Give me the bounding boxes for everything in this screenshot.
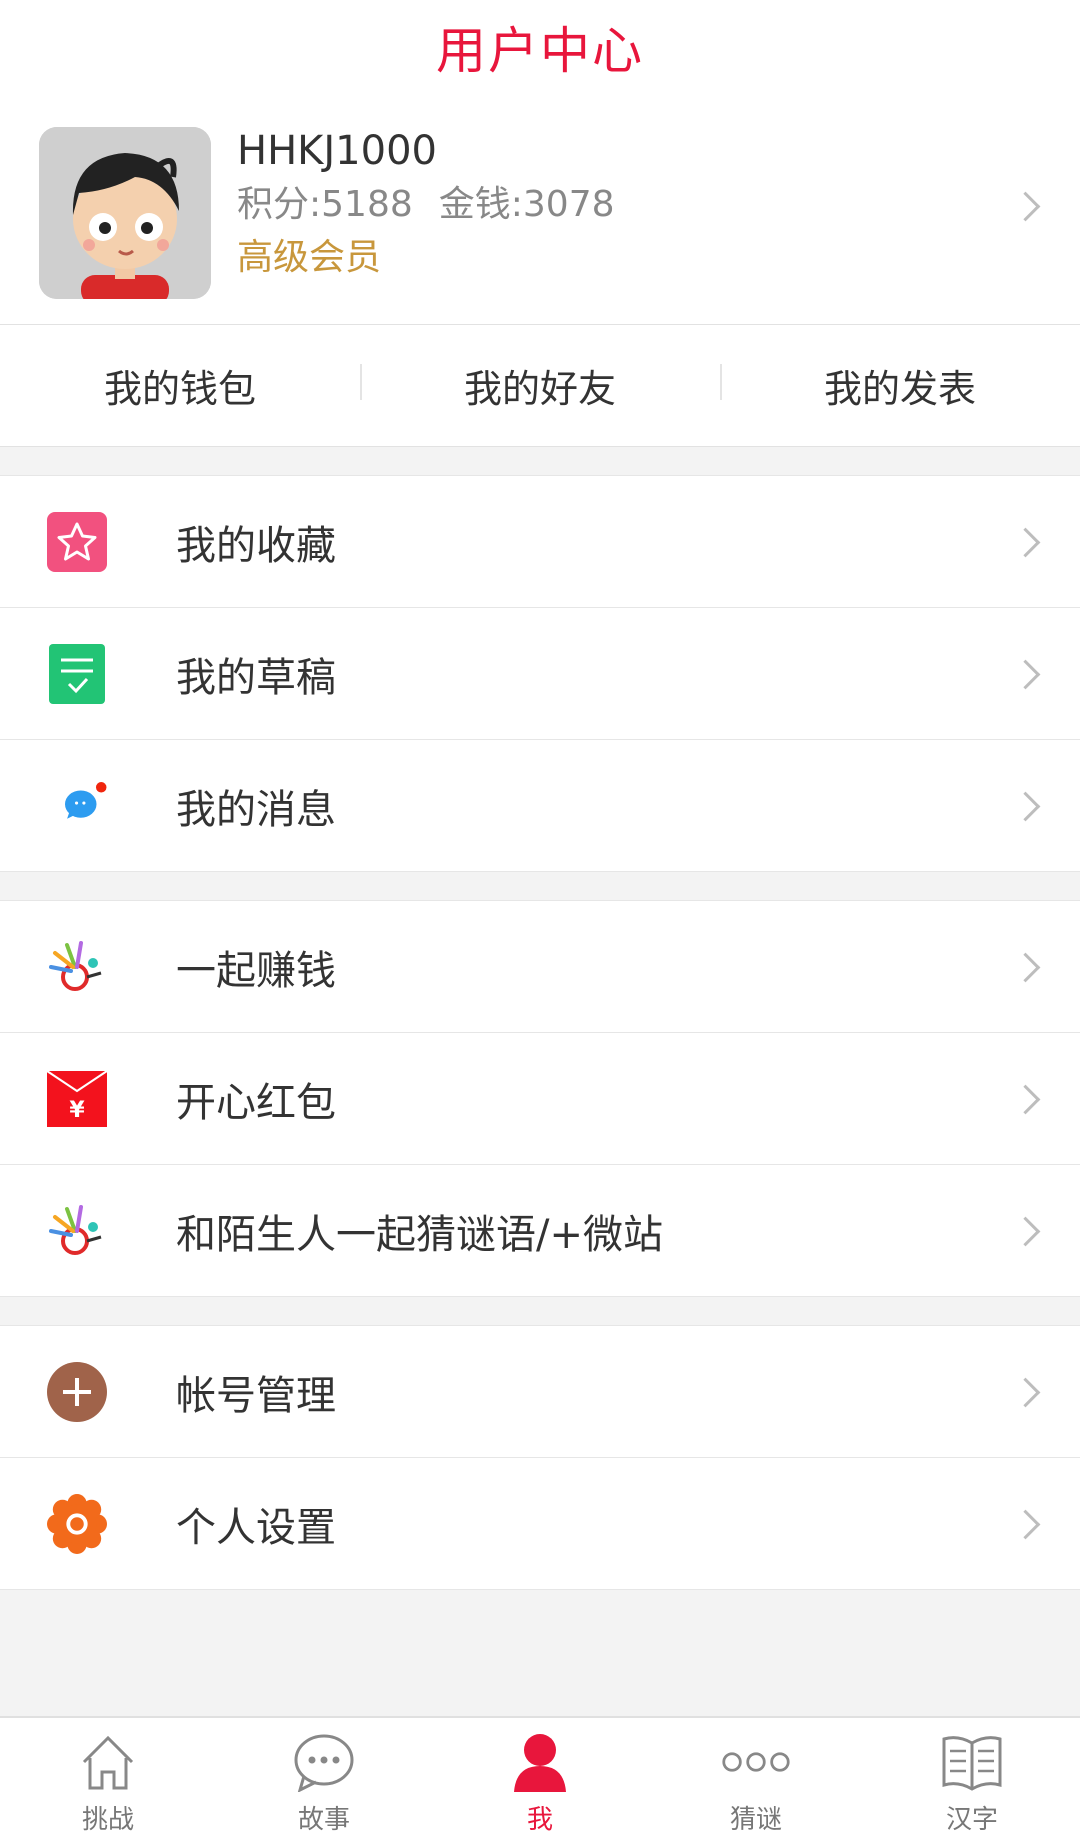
menu-item-favorites[interactable]: 我的收藏 bbox=[0, 476, 1080, 607]
menu-item-label: 和陌生人一起猜谜语/+微站 bbox=[176, 1211, 663, 1258]
chevron-right-icon bbox=[1010, 659, 1041, 690]
tab-label: 汉字 bbox=[945, 1805, 998, 1835]
tab-me[interactable]: 我 bbox=[432, 1718, 648, 1842]
chevron-right-icon bbox=[1010, 952, 1041, 983]
fan-icon bbox=[47, 937, 107, 997]
wallet-link[interactable]: 我的钱包 bbox=[0, 358, 360, 413]
fan-icon bbox=[47, 1201, 107, 1261]
avatar[interactable] bbox=[39, 127, 211, 299]
person-icon bbox=[505, 1727, 575, 1797]
header: 用户中心 bbox=[0, 0, 1080, 94]
tab-challenge[interactable]: 挑战 bbox=[0, 1718, 216, 1842]
chevron-right-icon bbox=[1010, 1216, 1041, 1247]
menu-item-label: 个人设置 bbox=[176, 1504, 336, 1551]
member-level: 高级会员 bbox=[237, 237, 382, 278]
menu-item-earn[interactable]: 一起赚钱 bbox=[0, 901, 1080, 1032]
chat-bubble-icon bbox=[289, 1727, 359, 1797]
message-icon bbox=[47, 776, 107, 836]
tab-riddles[interactable]: 猜谜 bbox=[648, 1718, 864, 1842]
circles-icon bbox=[721, 1727, 791, 1797]
menu-group-fun: 一起赚钱 ¥ 开心红包 和陌生人一起猜谜语/+微站 bbox=[0, 900, 1080, 1297]
username: HHKJ1000 bbox=[237, 128, 437, 174]
menu-item-label: 我的草稿 bbox=[176, 654, 336, 701]
chevron-right-icon bbox=[1010, 191, 1041, 222]
posts-link[interactable]: 我的发表 bbox=[720, 358, 1080, 413]
tab-stories[interactable]: 故事 bbox=[216, 1718, 432, 1842]
menu-item-label: 帐号管理 bbox=[176, 1372, 336, 1419]
friends-link[interactable]: 我的好友 bbox=[360, 358, 720, 413]
menu-item-label: 一起赚钱 bbox=[176, 947, 336, 994]
tab-label: 故事 bbox=[297, 1805, 350, 1835]
menu-group-account: 帐号管理 个人设置 bbox=[0, 1325, 1080, 1590]
chevron-right-icon bbox=[1010, 527, 1041, 558]
tab-label: 猜谜 bbox=[729, 1805, 782, 1835]
menu-item-label: 我的消息 bbox=[176, 786, 336, 833]
menu-item-label: 开心红包 bbox=[176, 1079, 336, 1126]
star-icon bbox=[47, 511, 107, 572]
menu-item-drafts[interactable]: 我的草稿 bbox=[0, 607, 1080, 739]
page-title: 用户中心 bbox=[436, 22, 644, 80]
menu-item-red-envelope[interactable]: ¥ 开心红包 bbox=[0, 1032, 1080, 1164]
menu-item-messages[interactable]: 我的消息 bbox=[0, 739, 1080, 871]
menu-item-label: 我的收藏 bbox=[176, 522, 336, 569]
plus-circle-icon bbox=[47, 1361, 107, 1422]
chevron-right-icon bbox=[1010, 1509, 1041, 1540]
tab-label: 我 bbox=[526, 1805, 553, 1835]
home-icon bbox=[73, 1727, 143, 1797]
red-envelope-icon: ¥ bbox=[47, 1069, 107, 1129]
menu-group-personal: 我的收藏 我的草稿 我的消息 bbox=[0, 475, 1080, 872]
quick-links: 我的钱包 我的好友 我的发表 bbox=[0, 324, 1080, 447]
chevron-right-icon bbox=[1010, 791, 1041, 822]
money-value: 金钱:3078 bbox=[438, 184, 615, 225]
gear-icon bbox=[47, 1493, 107, 1554]
menu-item-account-manage[interactable]: 帐号管理 bbox=[0, 1326, 1080, 1457]
points-value: 积分:5188 bbox=[237, 184, 413, 225]
tab-label: 挑战 bbox=[81, 1805, 134, 1835]
svg-text:¥: ¥ bbox=[69, 1098, 85, 1123]
bottom-tab-bar: 挑战 故事 我 猜谜 汉字 bbox=[0, 1716, 1080, 1842]
book-icon bbox=[937, 1727, 1007, 1797]
tab-hanzi[interactable]: 汉字 bbox=[864, 1718, 1080, 1842]
chevron-right-icon bbox=[1010, 1084, 1041, 1115]
menu-item-settings[interactable]: 个人设置 bbox=[0, 1457, 1080, 1589]
profile-card[interactable]: HHKJ1000 积分:5188 金钱:3078 高级会员 bbox=[0, 94, 1080, 324]
chevron-right-icon bbox=[1010, 1377, 1041, 1408]
draft-icon bbox=[47, 643, 107, 704]
menu-item-riddle-strangers[interactable]: 和陌生人一起猜谜语/+微站 bbox=[0, 1164, 1080, 1296]
